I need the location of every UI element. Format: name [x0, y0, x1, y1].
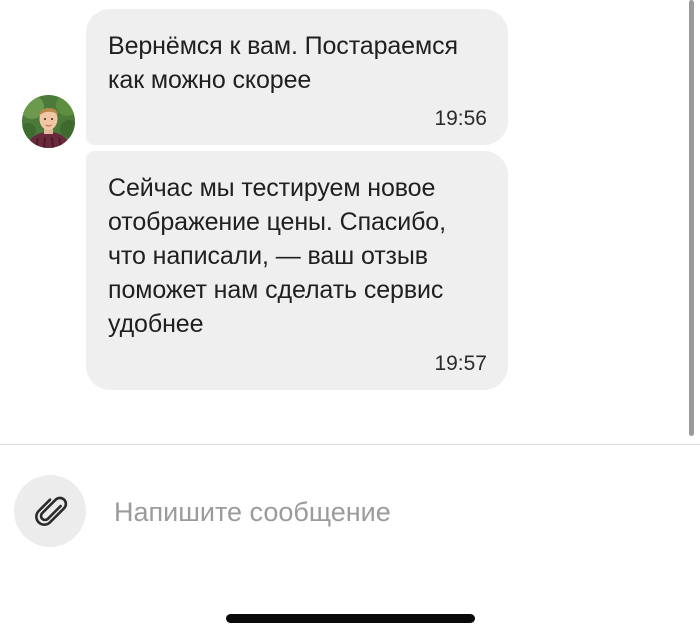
- paperclip-icon: [35, 496, 68, 526]
- home-indicator[interactable]: [226, 614, 475, 623]
- attach-button[interactable]: [14, 475, 86, 547]
- message-text: Вернёмся к вам. Постараемся как можно ск…: [108, 32, 458, 94]
- message-timestamp: 19:56: [434, 107, 487, 130]
- agent-avatar[interactable]: [22, 95, 75, 148]
- chat-scrollbar[interactable]: [689, 0, 694, 436]
- chat-message-list[interactable]: Вернёмся к вам. Постараемся как можно ск…: [0, 0, 700, 444]
- message-timestamp: 19:57: [434, 352, 487, 375]
- message-bubble[interactable]: Сейчас мы тестируем новое отображение це…: [86, 151, 508, 390]
- composer-divider: [0, 444, 700, 445]
- message-bubble[interactable]: Вернёмся к вам. Постараемся как можно ск…: [86, 9, 508, 145]
- message-input[interactable]: [104, 488, 674, 536]
- message-text: Сейчас мы тестируем новое отображение це…: [108, 174, 446, 338]
- avatar-photo: [22, 95, 75, 148]
